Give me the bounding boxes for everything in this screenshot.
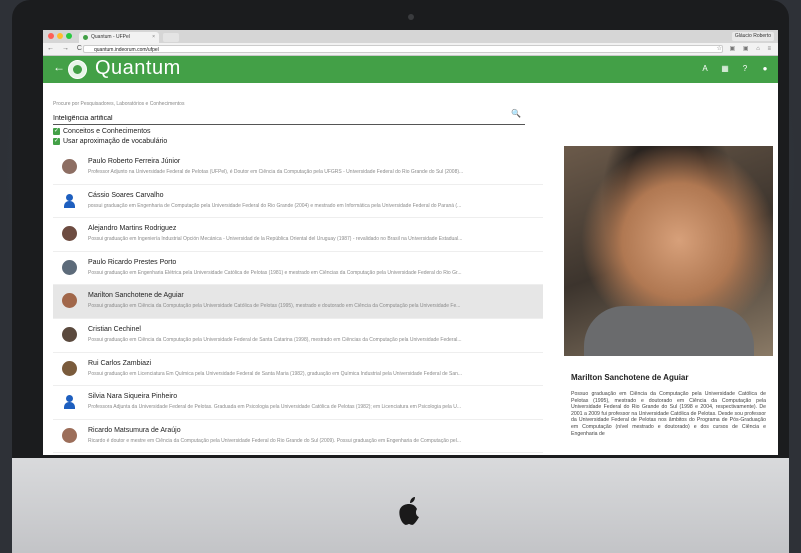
result-description: Possui graduação em Engenharia Elétrica …	[88, 269, 462, 276]
font-size-icon[interactable]: A	[700, 64, 710, 74]
result-description: Professor Adjunto na Universidade Federa…	[88, 169, 464, 175]
result-name: Rui Carlos Zambiazi	[88, 359, 152, 367]
result-item[interactable]: Cássio Soares Carvalho possui graduação …	[53, 185, 543, 219]
back-arrow-icon[interactable]: ←	[53, 60, 65, 74]
extension-icons[interactable]: ☆ ▣ ▣ ⌂ ≡	[716, 43, 774, 55]
result-name: Alejandro Martins Rodriguez	[88, 225, 177, 233]
search-area: Procure por Pesquisadores, Laboratórios …	[53, 101, 525, 125]
help-icon[interactable]: ?	[740, 64, 750, 74]
avatar	[62, 360, 77, 376]
avatar	[62, 293, 77, 309]
result-item[interactable]: Paulo Roberto Ferreira Júnior Professor …	[53, 151, 543, 185]
window-controls	[48, 33, 72, 39]
nav-buttons[interactable]: ← → C	[47, 43, 85, 55]
browser-tab[interactable]: Quantum - UFPel ×	[79, 32, 159, 43]
ufpel-logo-icon	[68, 60, 87, 79]
photo-shirt	[584, 306, 754, 356]
result-item[interactable]: Ricardo Matsumura de Araújo Ricardo é do…	[53, 420, 543, 454]
result-item[interactable]: Cristian Cechinel Possui graduação em Ci…	[53, 319, 543, 353]
checkbox-checked-icon[interactable]: ✓	[53, 137, 60, 145]
result-name: Cássio Soares Carvalho	[88, 191, 164, 199]
filter-label: Conceitos e Conhecimentos	[63, 127, 151, 135]
result-item[interactable]: Alejandro Martins Rodriguez Possui gradu…	[53, 218, 543, 252]
new-tab-button[interactable]	[163, 33, 179, 42]
filter-options: ✓ Conceitos e Conhecimentos ✓ Usar aprox…	[53, 126, 167, 146]
account-icon[interactable]: ●	[760, 64, 770, 74]
result-description: Ricardo é doutor e mestre em Ciência da …	[88, 437, 461, 444]
avatar	[62, 259, 77, 275]
result-name: Paulo Roberto Ferreira Júnior	[88, 158, 181, 165]
browser-user-button[interactable]: Gláucio Roberto	[731, 32, 774, 41]
result-name: Silvia Nara Siqueira Pinheiro	[88, 393, 178, 401]
search-label: Procure por Pesquisadores, Laboratórios …	[53, 101, 185, 107]
result-description: Professora Adjunta da Universidade Feder…	[88, 404, 461, 411]
result-description: Possui graduação em Licenciatura Em Quím…	[88, 370, 463, 377]
filter-concepts[interactable]: ✓ Conceitos e Conhecimentos	[53, 126, 167, 136]
checkbox-checked-icon[interactable]: ✓	[53, 127, 60, 135]
result-item[interactable]: Silvia Nara Siqueira Pinheiro Professora…	[53, 386, 543, 420]
filter-label: Usar aproximação de vocabulário	[63, 137, 168, 145]
apple-logo-icon	[399, 497, 419, 525]
camera-dot	[408, 14, 414, 20]
building-icon[interactable]: ▦	[720, 64, 730, 74]
screen: Quantum - UFPel × Gláucio Roberto ← → C …	[43, 30, 778, 455]
researcher-photo	[564, 146, 773, 356]
search-input[interactable]	[53, 113, 525, 125]
tab-title: Quantum - UFPel	[91, 34, 130, 40]
close-tab-icon[interactable]: ×	[152, 32, 155, 43]
researcher-name: Marilton Sanchotene de Aguiar	[571, 373, 689, 382]
header-actions: A ▦ ? ●	[700, 64, 770, 74]
result-description: Possui graduação em Ingeniería Industria…	[88, 236, 463, 243]
close-window-button[interactable]	[48, 33, 54, 39]
result-item[interactable]: Paulo Ricardo Prestes Porto Possui gradu…	[53, 252, 543, 286]
result-name: Marilton Sanchotene de Aguiar	[88, 292, 184, 300]
browser-tab-bar: Quantum - UFPel × Gláucio Roberto	[43, 30, 778, 43]
researcher-bio: Possuo graduação em Ciência da Computaçã…	[571, 391, 766, 437]
filter-vocabulary[interactable]: ✓ Usar aproximação de vocabulário	[53, 136, 167, 146]
avatar	[62, 159, 77, 174]
app-header: ← Quantum A ▦ ? ●	[43, 56, 778, 83]
avatar	[62, 226, 77, 242]
result-name: Ricardo Matsumura de Araújo	[88, 426, 181, 434]
placeholder-avatar-icon	[62, 193, 77, 208]
result-item-selected[interactable]: Marilton Sanchotene de Aguiar Possui gra…	[53, 285, 543, 319]
results-list: Paulo Roberto Ferreira Júnior Professor …	[53, 151, 543, 454]
result-name: Cristian Cechinel	[88, 325, 141, 333]
url-field[interactable]: quantum.indeorum.com/ufpel	[83, 45, 723, 53]
result-description: Possui graduação em Ciência da Computaçã…	[88, 303, 461, 310]
result-description: Possui graduação em Ciência da Computaçã…	[88, 336, 462, 343]
zoom-window-button[interactable]	[66, 33, 72, 39]
result-name: Paulo Ricardo Prestes Porto	[88, 258, 177, 266]
avatar	[62, 427, 77, 443]
result-item[interactable]: Rui Carlos Zambiazi Possui graduação em …	[53, 353, 543, 387]
minimize-window-button[interactable]	[57, 33, 63, 39]
favicon-icon	[83, 35, 88, 40]
avatar	[62, 326, 77, 342]
app-title: Quantum	[95, 57, 181, 79]
placeholder-avatar-icon	[62, 394, 77, 410]
result-description: possui graduação em Engenharia de Comput…	[88, 202, 462, 209]
search-icon[interactable]: 🔍	[511, 109, 521, 118]
address-bar: ← → C quantum.indeorum.com/ufpel ☆ ▣ ▣ ⌂…	[43, 43, 778, 56]
